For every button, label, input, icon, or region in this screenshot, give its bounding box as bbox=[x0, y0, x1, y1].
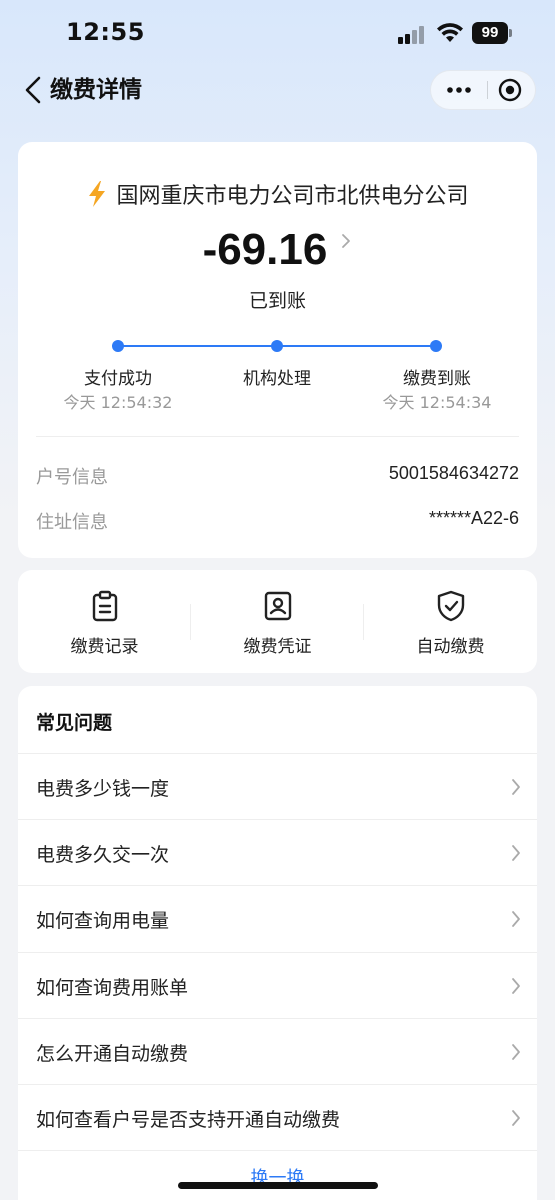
battery-icon: 99 bbox=[472, 22, 512, 44]
step-label: 支付成功 bbox=[84, 369, 152, 389]
faq-item[interactable]: 怎么开通自动缴费 bbox=[18, 1018, 537, 1084]
payee-row: 国网重庆市电力公司市北供电分公司 bbox=[18, 180, 537, 213]
receipt-icon bbox=[264, 591, 292, 621]
faq-item[interactable]: 如何查询用电量 bbox=[18, 885, 537, 951]
chevron-right-icon bbox=[512, 978, 520, 994]
faq-question: 电费多久交一次 bbox=[36, 844, 170, 866]
payment-status: 已到账 bbox=[248, 290, 306, 312]
chevron-right-icon bbox=[342, 234, 351, 248]
quick-actions-card: 缴费记录 缴费凭证 自动缴费 bbox=[18, 570, 537, 673]
payee-name: 国网重庆市电力公司市北供电分公司 bbox=[116, 184, 469, 209]
action-label: 缴费记录 bbox=[70, 637, 139, 657]
faq-item[interactable]: 电费多少钱一度 bbox=[18, 753, 537, 819]
action-label: 自动缴费 bbox=[416, 637, 485, 657]
payment-detail-card: 国网重庆市电力公司市北供电分公司 -69.16 已到账 支付成功 今天 12:5… bbox=[18, 142, 537, 558]
chevron-right-icon bbox=[512, 779, 520, 795]
shield-check-icon bbox=[437, 590, 465, 622]
chevron-right-icon bbox=[512, 1044, 520, 1060]
step-time: 今天 12:54:32 bbox=[63, 393, 173, 412]
status-time: 12:55 bbox=[66, 18, 145, 46]
step-label: 机构处理 bbox=[243, 369, 311, 389]
progress-dot bbox=[112, 340, 124, 352]
step-label: 缴费到账 bbox=[403, 369, 471, 389]
home-indicator bbox=[178, 1182, 378, 1189]
address-value: ******A22-6 bbox=[428, 508, 519, 528]
payment-records-button[interactable]: 缴费记录 bbox=[18, 570, 191, 673]
address-label: 住址信息 bbox=[36, 512, 108, 533]
clipboard-icon bbox=[92, 590, 118, 622]
account-number-value: 5001584634272 bbox=[388, 463, 519, 483]
back-arrow-icon[interactable] bbox=[22, 74, 46, 106]
step-time: 今天 12:54:34 bbox=[382, 393, 492, 412]
mini-program-capsule bbox=[430, 70, 536, 110]
amount-row[interactable]: -69.16 bbox=[18, 220, 537, 280]
progress-dot bbox=[430, 340, 442, 352]
faq-item[interactable]: 电费多久交一次 bbox=[18, 819, 537, 885]
faq-question: 如何查看户号是否支持开通自动缴费 bbox=[36, 1109, 341, 1131]
account-number-label: 户号信息 bbox=[36, 467, 108, 488]
payment-amount: -69.16 bbox=[202, 225, 328, 274]
progress-dot bbox=[271, 340, 283, 352]
faq-card: 常见问题 电费多少钱一度 电费多久交一次 如何查询用电量 如何查询费用账单 怎么… bbox=[18, 686, 537, 1200]
more-options-icon[interactable] bbox=[431, 71, 487, 109]
faq-question: 如何查询用电量 bbox=[36, 910, 170, 932]
chevron-right-icon bbox=[512, 845, 520, 861]
faq-title: 常见问题 bbox=[36, 712, 113, 734]
faq-question: 怎么开通自动缴费 bbox=[36, 1043, 189, 1065]
page-title: 缴费详情 bbox=[50, 77, 142, 103]
faq-item[interactable]: 如何查询费用账单 bbox=[18, 952, 537, 1018]
battery-level: 99 bbox=[472, 22, 508, 44]
close-mini-program-icon[interactable] bbox=[488, 71, 536, 109]
payment-receipt-button[interactable]: 缴费凭证 bbox=[191, 570, 364, 673]
chevron-right-icon bbox=[512, 1110, 520, 1126]
action-label: 缴费凭证 bbox=[243, 637, 312, 657]
nav-bar: 缴费详情 bbox=[0, 66, 555, 114]
chevron-right-icon bbox=[512, 911, 520, 927]
wifi-icon bbox=[437, 23, 463, 42]
auto-pay-button[interactable]: 自动缴费 bbox=[364, 570, 537, 673]
cellular-signal-icon bbox=[398, 24, 428, 44]
faq-question: 如何查询费用账单 bbox=[36, 977, 189, 999]
faq-question: 电费多少钱一度 bbox=[36, 778, 170, 800]
faq-item[interactable]: 如何查看户号是否支持开通自动缴费 bbox=[18, 1084, 537, 1150]
divider bbox=[36, 436, 519, 437]
lightning-bolt-icon bbox=[89, 181, 106, 207]
status-bar: 12:55 99 bbox=[0, 0, 555, 66]
